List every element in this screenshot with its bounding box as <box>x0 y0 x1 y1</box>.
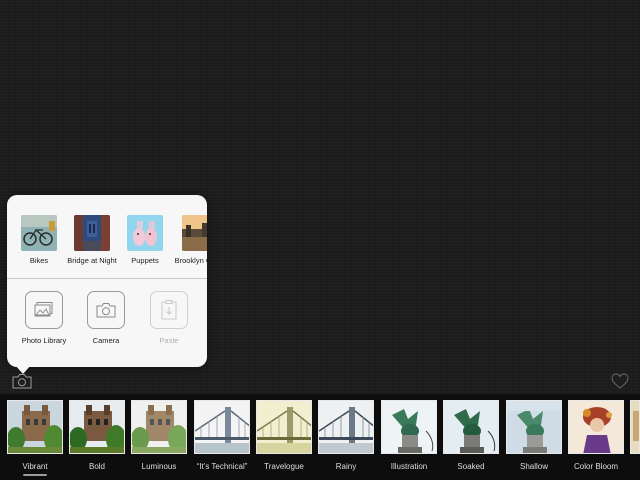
filter-color-bloom[interactable]: Color Bloom <box>568 400 624 471</box>
filter-label: Illustration <box>390 462 428 471</box>
camera-icon <box>12 374 32 389</box>
recent-photo-label: Puppets <box>131 256 159 265</box>
filter-label: Rainy <box>335 462 357 471</box>
recent-photo-label: Bridge at Night <box>67 256 117 265</box>
recent-photo-bridge-at-night[interactable]: Bridge at Night <box>62 215 122 265</box>
paste-icon <box>150 291 188 329</box>
popover-divider <box>7 278 207 279</box>
action-label: Paste <box>159 336 179 345</box>
selected-filter-indicator <box>23 474 47 476</box>
recent-photos-row[interactable]: Bikes Bridge at Night Puppets Brooklyn <box>7 195 207 279</box>
photo-library-button[interactable]: Photo Library <box>14 291 74 345</box>
filter-thumbnail[interactable] <box>69 400 125 454</box>
recent-photo-brooklyn-canal[interactable]: Brooklyn Canal <box>170 215 207 265</box>
filter-label: Bold <box>88 462 105 471</box>
filter-thumbnail[interactable] <box>318 400 374 454</box>
filter-next-partial[interactable] <box>630 400 640 454</box>
filter-thumbnail[interactable] <box>381 400 437 454</box>
filter-thumbnail[interactable] <box>568 400 624 454</box>
camera-icon[interactable] <box>87 291 125 329</box>
filter-vibrant[interactable]: Vibrant <box>7 400 63 476</box>
filter-thumbnail[interactable] <box>443 400 499 454</box>
photo-source-popover: Bikes Bridge at Night Puppets Brooklyn P… <box>7 195 207 374</box>
filter-luminous[interactable]: Luminous <box>131 400 187 471</box>
photo-library-icon[interactable] <box>25 291 63 329</box>
filter-shallow[interactable]: Shallow <box>506 400 562 471</box>
filter-label: Vibrant <box>22 462 48 471</box>
filter-label: “It’s Technical” <box>196 462 248 471</box>
filter-travelogue[interactable]: Travelogue <box>256 400 312 471</box>
puppets-thumbnail[interactable] <box>127 215 163 251</box>
brooklyn-canal-thumbnail[interactable] <box>182 215 207 251</box>
toolbar-camera-button[interactable] <box>12 373 32 389</box>
bikes-thumbnail[interactable] <box>21 215 57 251</box>
filter-label: Luminous <box>141 462 177 471</box>
filter-thumbnail[interactable] <box>630 400 640 454</box>
filter-thumbnail[interactable] <box>506 400 562 454</box>
filter-thumbnail[interactable] <box>7 400 63 454</box>
action-label: Photo Library <box>21 336 67 345</box>
recent-photo-label: Brooklyn Canal <box>174 256 207 265</box>
filter-strip[interactable]: Vibrant Bold Luminous “It’s Technical” T… <box>0 394 640 480</box>
filter-rainy[interactable]: Rainy <box>318 400 374 471</box>
favorite-button[interactable] <box>611 373 629 389</box>
bridge-at-night-thumbnail[interactable] <box>74 215 110 251</box>
filter-thumbnail[interactable] <box>194 400 250 454</box>
filter-thumbnail[interactable] <box>131 400 187 454</box>
filter-illustration[interactable]: Illustration <box>381 400 437 471</box>
filter-bold[interactable]: Bold <box>69 400 125 471</box>
filter-soaked[interactable]: Soaked <box>443 400 499 471</box>
filter-label: Travelogue <box>264 462 304 471</box>
filter-label: Soaked <box>457 462 485 471</box>
filter-its-technical[interactable]: “It’s Technical” <box>194 400 250 471</box>
app-canvas: Bikes Bridge at Night Puppets Brooklyn P… <box>0 0 640 480</box>
filter-thumbnail[interactable] <box>256 400 312 454</box>
filter-label: Color Bloom <box>573 462 618 471</box>
filter-label: Shallow <box>519 462 548 471</box>
action-label: Camera <box>92 336 120 345</box>
recent-photo-bikes[interactable]: Bikes <box>9 215 69 265</box>
camera-button[interactable]: Camera <box>76 291 136 345</box>
paste-button: Paste <box>139 291 199 345</box>
recent-photo-puppets[interactable]: Puppets <box>115 215 175 265</box>
recent-photo-label: Bikes <box>29 256 49 265</box>
heart-icon <box>611 373 629 389</box>
